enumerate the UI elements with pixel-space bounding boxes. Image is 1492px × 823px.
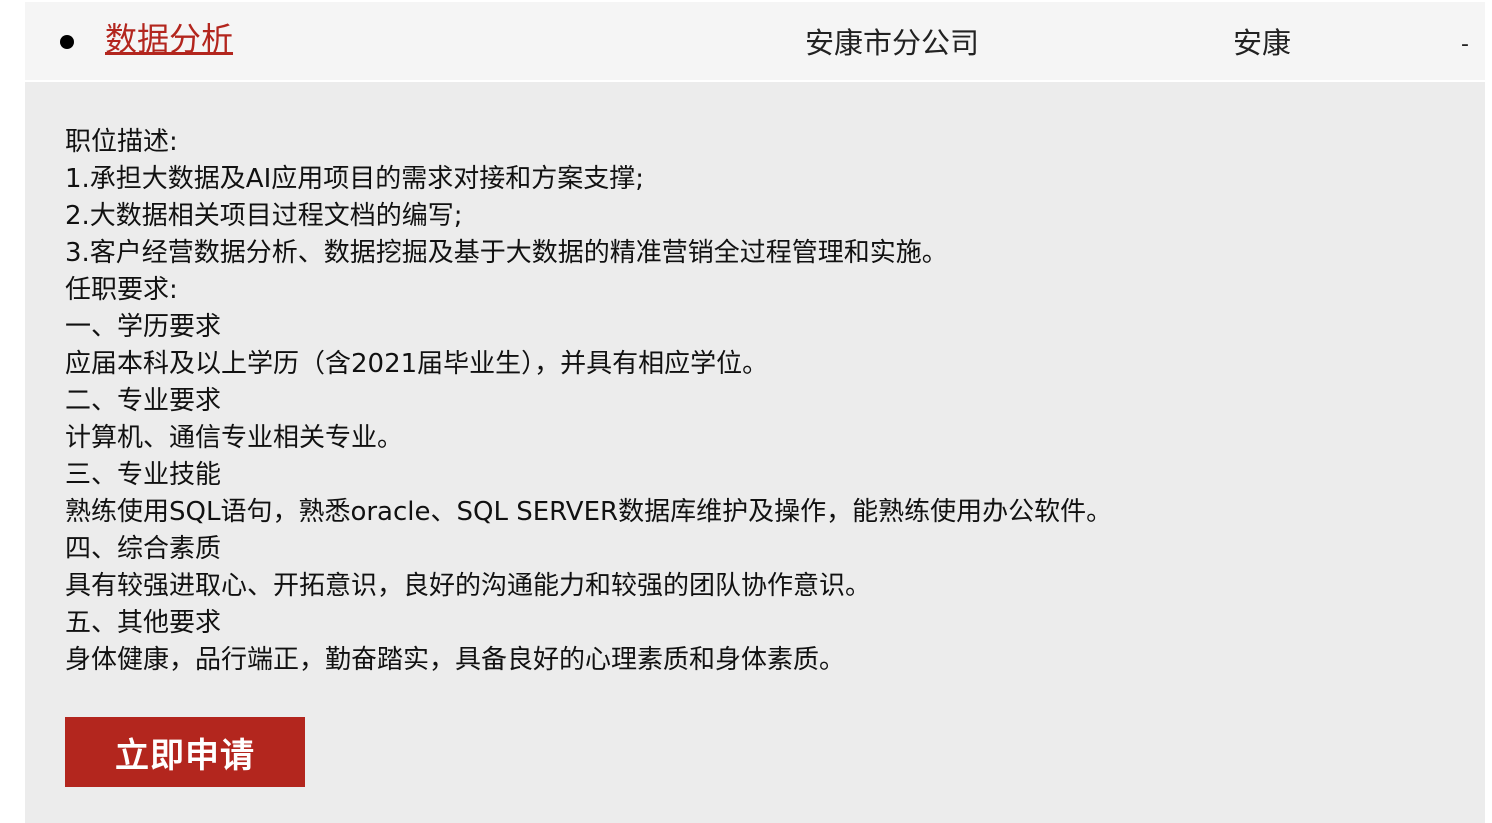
description-line: 职位描述: <box>65 127 178 157</box>
job-city: 安康 <box>1233 26 1292 60</box>
description-line: 2.大数据相关项目过程文档的编写; <box>65 201 463 231</box>
company-name: 安康市分公司 <box>805 26 980 60</box>
job-row: 数据分析 安康市分公司 安康 - <box>25 2 1485 80</box>
apply-button[interactable]: 立即申请 <box>65 717 305 787</box>
description-line: 3.客户经营数据分析、数据挖掘及基于大数据的精准营销全过程管理和实施。 <box>65 238 948 268</box>
description-line: 四、综合素质 <box>65 534 222 564</box>
description-line: 应届本科及以上学历（含2021届毕业生），并具有相应学位。 <box>65 349 769 379</box>
description-line: 三、专业技能 <box>65 460 222 490</box>
description-line: 五、其他要求 <box>65 608 222 638</box>
description-line: 一、学历要求 <box>65 312 222 342</box>
job-description: 职位描述: 1.承担大数据及AI应用项目的需求对接和方案支撑; 2.大数据相关项… <box>65 124 1112 679</box>
description-line: 二、专业要求 <box>65 386 222 416</box>
bullet-icon <box>60 35 74 49</box>
description-line: 计算机、通信专业相关专业。 <box>65 423 404 453</box>
description-line: 具有较强进取心、开拓意识，良好的沟通能力和较强的团队协作意识。 <box>65 571 872 601</box>
description-line: 身体健康，品行端正，勤奋踏实，具备良好的心理素质和身体素质。 <box>65 645 846 675</box>
job-detail-panel: 职位描述: 1.承担大数据及AI应用项目的需求对接和方案支撑; 2.大数据相关项… <box>25 82 1485 823</box>
description-line: 熟练使用SQL语句，熟悉oracle、SQL SERVER数据库维护及操作，能熟… <box>65 497 1113 527</box>
job-extra: - <box>1461 32 1469 57</box>
description-line: 任职要求: <box>65 275 178 305</box>
description-line: 1.承担大数据及AI应用项目的需求对接和方案支撑; <box>65 164 645 194</box>
job-title-link[interactable]: 数据分析 <box>105 20 233 58</box>
job-listing: 数据分析 安康市分公司 安康 - 职位描述: 1.承担大数据及AI应用项目的需求… <box>25 2 1485 823</box>
